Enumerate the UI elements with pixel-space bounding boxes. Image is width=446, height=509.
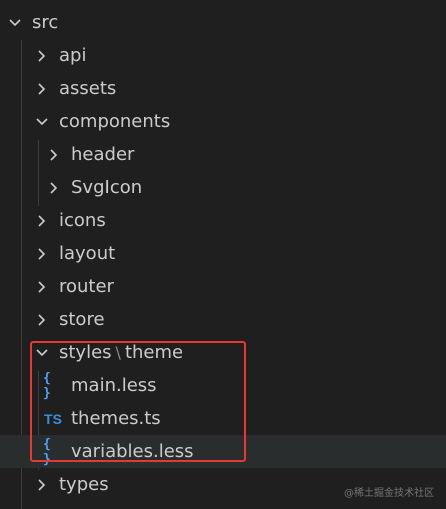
chevron-right-icon [35, 311, 49, 329]
compact-folder-separator: \ [115, 343, 121, 362]
chevron-right-icon [47, 179, 61, 197]
chevron-right-icon [35, 245, 49, 263]
watermark: @稀土掘金技术社区 [344, 488, 434, 499]
tree-item-label: header [71, 144, 135, 165]
tree-item-label: router [59, 276, 114, 297]
tree-item-header[interactable]: header [0, 138, 446, 171]
tree-item-variables-less[interactable]: { } variables.less [0, 435, 446, 468]
tree-item-api[interactable]: api [0, 39, 446, 72]
tree-item-label: assets [59, 78, 117, 99]
tree-item-themes-ts[interactable]: TS themes.ts [0, 402, 446, 435]
tree-item-assets[interactable]: assets [0, 72, 446, 105]
tree-item-label-theme: theme [124, 342, 184, 363]
tree-item-label-styles: styles [59, 342, 112, 363]
less-file-icon: { } [43, 370, 51, 401]
typescript-file-icon: TS [44, 410, 62, 427]
tree-item-label: store [59, 309, 105, 330]
tree-item-label: src [32, 12, 59, 33]
tree-item-components[interactable]: components [0, 105, 446, 138]
tree-item-label: main.less [71, 375, 157, 396]
chevron-down-icon [35, 113, 49, 131]
tree-item-label: layout [59, 243, 116, 264]
chevron-down-icon [8, 14, 22, 32]
tree-item-svgicon[interactable]: SvgIcon [0, 171, 446, 204]
tree-item-icons[interactable]: icons [0, 204, 446, 237]
less-file-icon: { } [43, 436, 51, 467]
chevron-right-icon [35, 80, 49, 98]
tree-item-label: api [59, 45, 87, 66]
tree-item-label: components [59, 111, 171, 132]
tree-item-router[interactable]: router [0, 270, 446, 303]
tree-item-label: variables.less [71, 441, 194, 462]
file-explorer-tree: src api assets components header SvgIcon [0, 0, 446, 509]
chevron-right-icon [47, 146, 61, 164]
tree-item-src[interactable]: src [0, 6, 446, 39]
tree-item-label: types [59, 474, 109, 495]
chevron-right-icon [35, 476, 49, 494]
tree-item-label: themes.ts [71, 408, 161, 429]
tree-item-store[interactable]: store [0, 303, 446, 336]
chevron-right-icon [35, 47, 49, 65]
tree-item-label: icons [59, 210, 106, 231]
tree-item-layout[interactable]: layout [0, 237, 446, 270]
chevron-right-icon [35, 212, 49, 230]
tree-item-main-less[interactable]: { } main.less [0, 369, 446, 402]
tree-item-styles-theme[interactable]: styles \ theme [0, 336, 446, 369]
chevron-right-icon [35, 278, 49, 296]
tree-item-label: SvgIcon [71, 177, 143, 198]
chevron-down-icon [35, 344, 49, 362]
